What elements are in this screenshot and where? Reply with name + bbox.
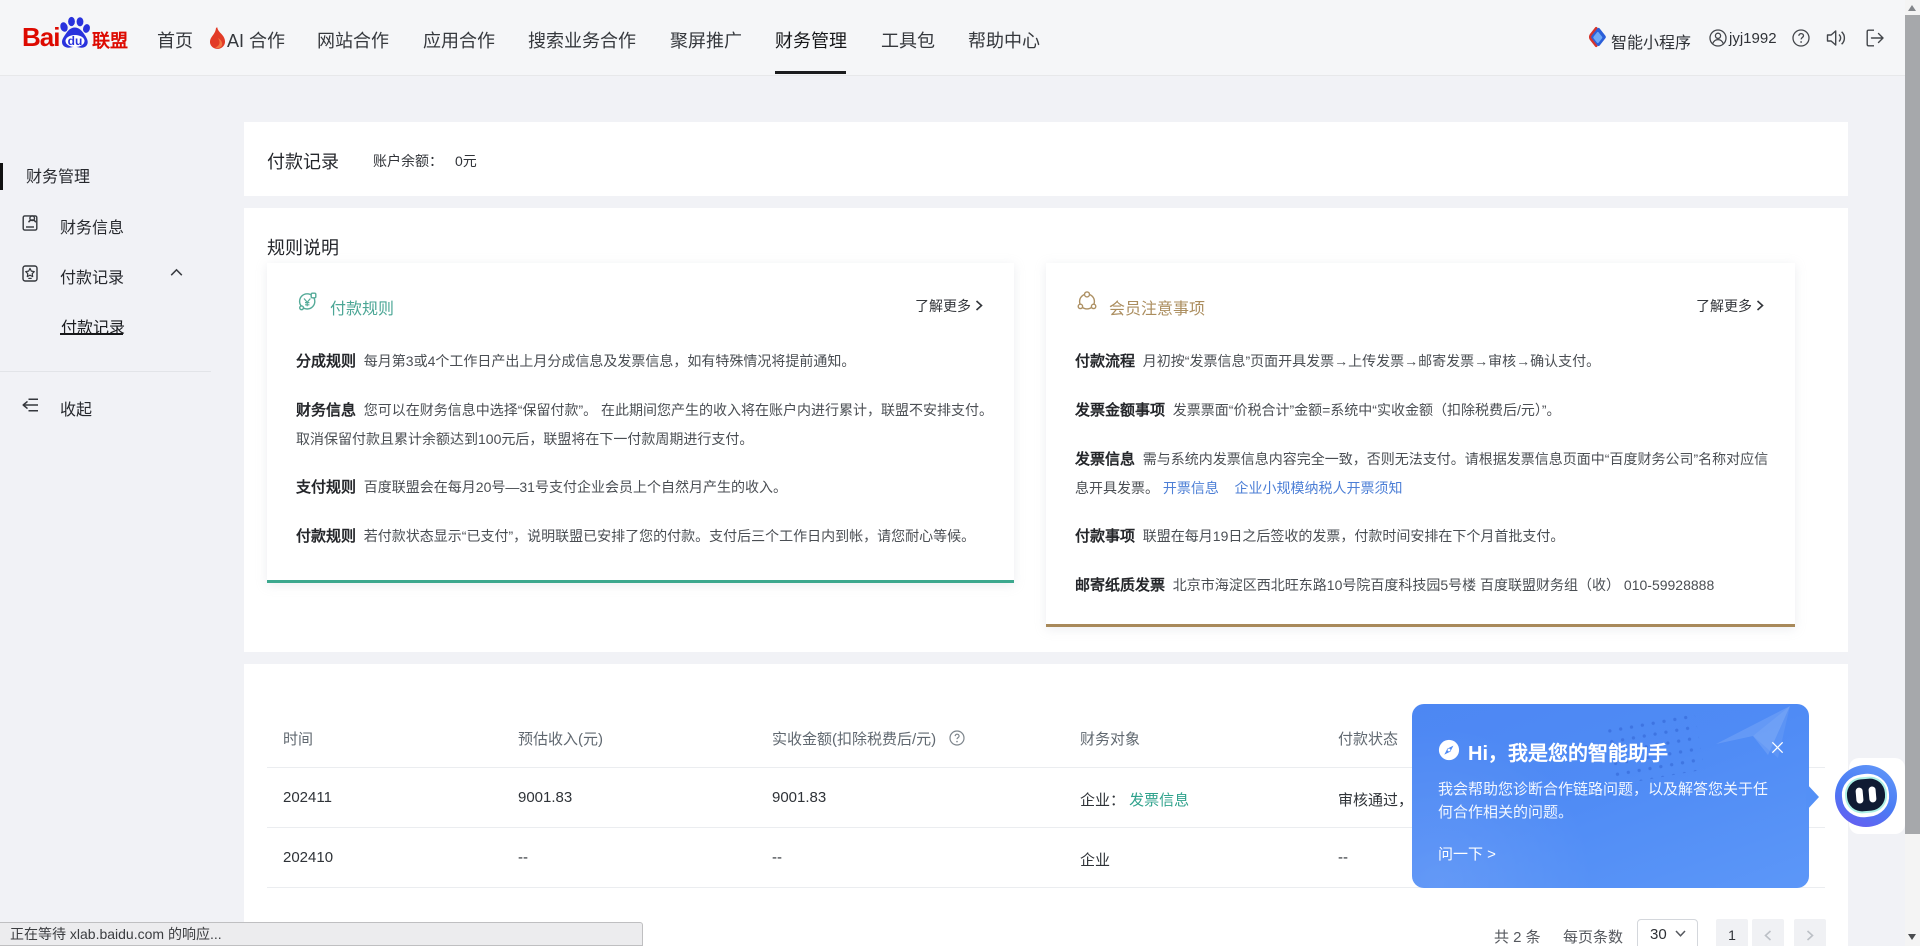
svg-text:du: du — [68, 34, 83, 48]
